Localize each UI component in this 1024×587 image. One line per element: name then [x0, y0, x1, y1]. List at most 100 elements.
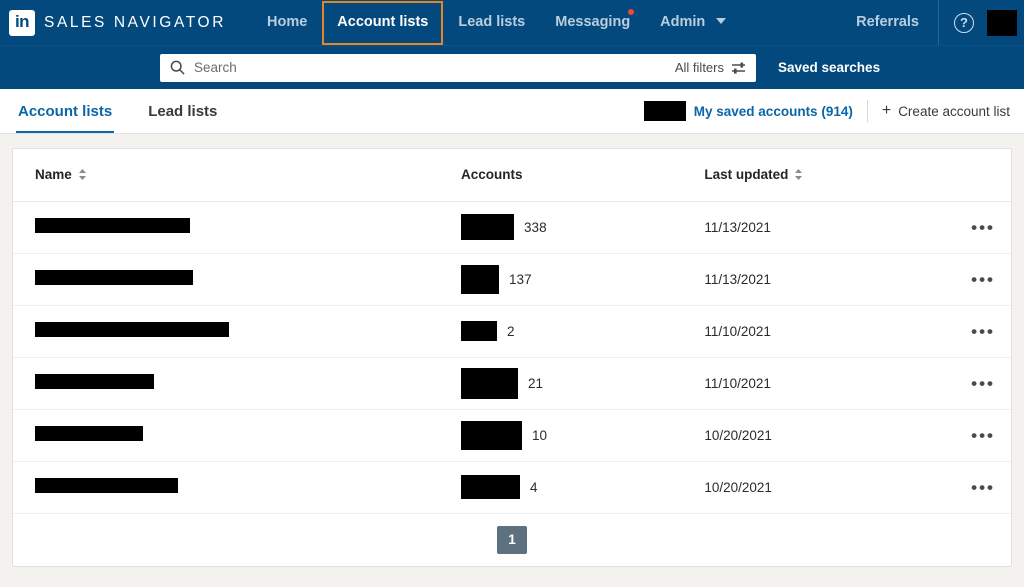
nav-item-referrals[interactable]: Referrals	[841, 0, 934, 45]
redacted-list-name	[35, 374, 154, 389]
cell-last-updated: 11/13/2021	[704, 253, 952, 306]
product-name: SALES NAVIGATOR	[44, 13, 226, 31]
overflow-menu-icon[interactable]: •••	[951, 305, 1011, 358]
table-header-row: Name Accounts Last updated	[13, 149, 1011, 202]
redacted-list-name	[35, 218, 190, 233]
tab-account-lists[interactable]: Account lists	[0, 89, 130, 133]
search-box[interactable]: All filters	[160, 53, 756, 82]
nav-item-home[interactable]: Home	[252, 0, 322, 45]
cell-list-name[interactable]	[13, 461, 462, 514]
overflow-menu-icon[interactable]: •••	[951, 201, 1011, 254]
redacted-list-name	[35, 322, 229, 337]
cell-list-name[interactable]	[13, 409, 462, 462]
column-header-accounts-label: Accounts	[461, 167, 523, 183]
redacted-account-thumbnail	[461, 420, 523, 450]
cell-list-name[interactable]	[13, 357, 462, 410]
table-row[interactable]: 10 10/20/2021 •••	[13, 409, 1011, 462]
table-header: Name Accounts Last updated	[13, 149, 1011, 202]
search-input[interactable]	[194, 60, 669, 75]
overflow-menu-icon[interactable]: •••	[951, 461, 1011, 514]
redacted-thumbnail	[643, 101, 686, 121]
accounts-count: 338	[524, 219, 547, 235]
cell-accounts: 338	[461, 201, 705, 254]
redacted-account-thumbnail	[461, 321, 498, 341]
cell-accounts: 4	[461, 461, 705, 514]
page-content: Name Accounts Last updated 338 11/13/202…	[0, 134, 1024, 587]
column-header-last-updated-label: Last updated	[704, 167, 789, 183]
cell-accounts: 10	[461, 409, 705, 462]
account-lists-card: Name Accounts Last updated 338 11/13/202…	[12, 148, 1012, 567]
overflow-menu-icon[interactable]: •••	[951, 409, 1011, 462]
tab-account-lists-label: Account lists	[18, 102, 113, 120]
help-button[interactable]: ?	[943, 0, 985, 45]
nav-item-home-label: Home	[267, 14, 308, 30]
overflow-menu-icon[interactable]: •••	[951, 253, 1011, 306]
nav-item-account-lists-label: Account lists	[337, 13, 429, 30]
account-lists-table: Name Accounts Last updated 338 11/13/202…	[13, 149, 1011, 514]
table-row[interactable]: 21 11/10/2021 •••	[13, 357, 1011, 410]
pagination: 1	[13, 513, 1011, 566]
nav-item-messaging-label: Messaging	[555, 14, 631, 30]
table-body: 338 11/13/2021 ••• 137 11/13/2021 ••• 2 11/10/2…	[13, 201, 1011, 514]
column-header-last-updated[interactable]: Last updated	[704, 149, 952, 202]
my-saved-accounts-label: My saved accounts (914)	[693, 103, 853, 119]
accounts-count: 10	[532, 427, 548, 443]
list-type-tabs: Account lists Lead lists	[0, 89, 235, 133]
linkedin-logo-icon: in	[9, 9, 35, 36]
accounts-count: 4	[530, 479, 538, 495]
overflow-menu-icon[interactable]: •••	[951, 357, 1011, 410]
tab-lead-lists[interactable]: Lead lists	[130, 89, 235, 133]
notification-badge-dot	[628, 9, 635, 15]
cell-last-updated: 11/10/2021	[704, 305, 952, 358]
redacted-account-thumbnail	[461, 367, 519, 399]
sub-navigation-bar: Account lists Lead lists My saved accoun…	[0, 89, 1024, 134]
table-row[interactable]: 137 11/13/2021 •••	[13, 253, 1011, 306]
column-header-name[interactable]: Name	[13, 149, 462, 202]
saved-searches-link[interactable]: Saved searches	[778, 60, 880, 75]
all-filters-button[interactable]: All filters	[675, 60, 746, 75]
top-navigation-bar: in SALES NAVIGATOR Home Account lists Le…	[0, 0, 1024, 45]
nav-item-lead-lists-label: Lead lists	[458, 14, 526, 30]
pagination-page-1[interactable]: 1	[497, 525, 527, 554]
redacted-account-thumbnail	[461, 264, 500, 294]
cell-last-updated: 11/10/2021	[704, 357, 952, 410]
redacted-account-thumbnail	[461, 475, 521, 499]
cell-list-name[interactable]	[13, 305, 462, 358]
my-saved-accounts-link[interactable]: My saved accounts (914)	[643, 101, 853, 121]
nav-right-group: Referrals ?	[841, 0, 1024, 45]
column-header-accounts: Accounts	[461, 149, 705, 202]
create-account-list-button[interactable]: + Create account list	[882, 103, 1010, 119]
sort-chevrons-icon	[795, 169, 803, 181]
cell-last-updated: 10/20/2021	[704, 461, 952, 514]
table-row[interactable]: 4 10/20/2021 •••	[13, 461, 1011, 514]
question-mark-circle-icon: ?	[954, 12, 974, 33]
cell-accounts: 21	[461, 357, 705, 410]
nav-item-messaging[interactable]: Messaging	[540, 0, 645, 45]
accounts-count: 137	[509, 271, 532, 287]
search-bar-row: All filters Saved searches	[0, 45, 1024, 89]
cell-list-name[interactable]	[13, 253, 462, 306]
redacted-list-name	[35, 478, 178, 493]
search-icon	[170, 60, 185, 75]
plus-icon: +	[881, 102, 892, 119]
table-row[interactable]: 2 11/10/2021 •••	[13, 305, 1011, 358]
avatar[interactable]	[987, 9, 1017, 36]
accounts-count: 2	[507, 323, 515, 339]
nav-item-admin-label: Admin	[660, 14, 706, 30]
cell-list-name[interactable]	[13, 201, 462, 254]
column-header-name-label: Name	[35, 167, 72, 183]
primary-nav-items: Home Account lists Lead lists Messaging …	[252, 0, 741, 45]
nav-item-account-lists[interactable]: Account lists	[322, 0, 444, 45]
chevron-down-icon	[716, 18, 727, 24]
brand-logo-group[interactable]: in SALES NAVIGATOR	[0, 9, 226, 36]
sub-nav-actions: My saved accounts (914) + Create account…	[643, 89, 1010, 133]
accounts-count: 21	[528, 375, 544, 391]
redacted-list-name	[35, 426, 143, 441]
cell-accounts: 137	[461, 253, 705, 306]
cell-accounts: 2	[461, 305, 705, 358]
nav-item-lead-lists[interactable]: Lead lists	[443, 0, 540, 45]
nav-item-admin[interactable]: Admin	[645, 0, 741, 45]
table-row[interactable]: 338 11/13/2021 •••	[13, 201, 1011, 254]
cell-last-updated: 11/13/2021	[704, 201, 952, 254]
sub-nav-divider	[866, 100, 868, 122]
